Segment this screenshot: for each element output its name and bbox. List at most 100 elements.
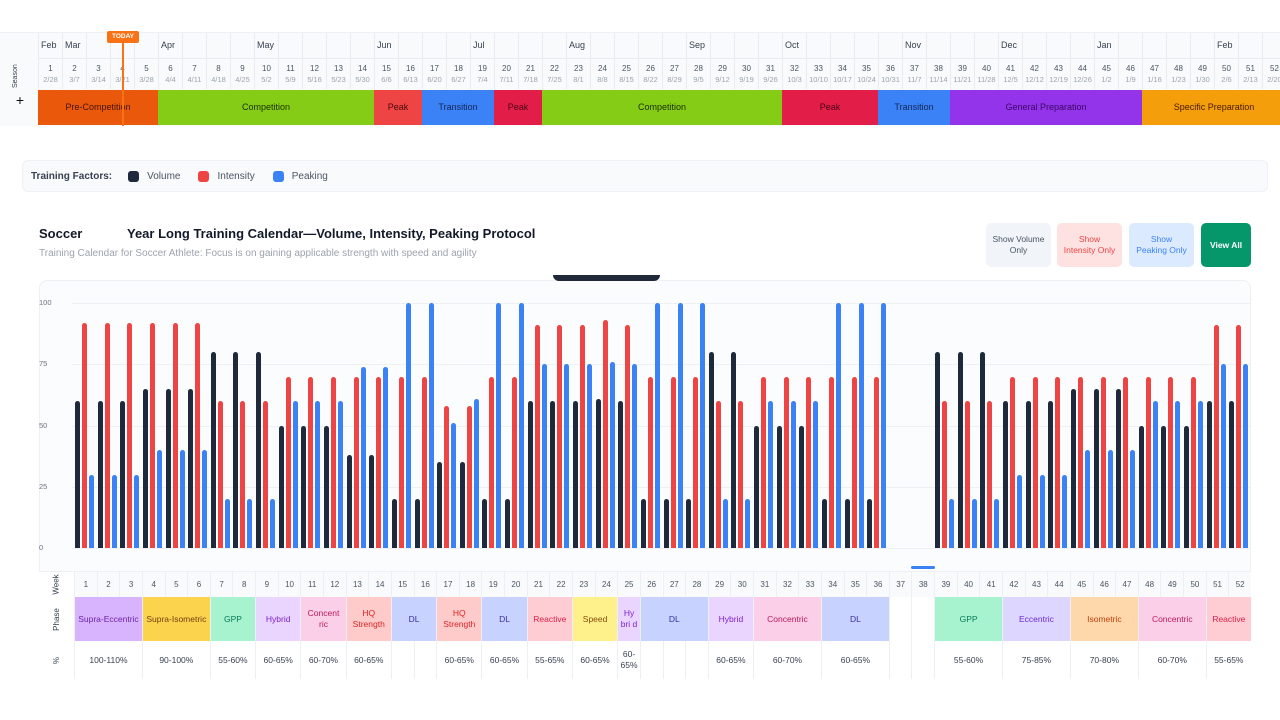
season-segment[interactable]: General Preparation xyxy=(950,90,1142,125)
week-number: 5 xyxy=(144,64,149,73)
sport-name: Soccer xyxy=(39,226,83,241)
bar-peaking-week-44 xyxy=(1062,474,1068,548)
phase-cell[interactable]: Hy bri d xyxy=(617,597,640,641)
month-cell xyxy=(1214,33,1238,58)
bar-peaking-week-1 xyxy=(89,474,94,548)
season-segment[interactable]: Transition xyxy=(878,90,950,125)
bar-peaking-week-33 xyxy=(813,401,819,548)
phase-cell[interactable]: DL xyxy=(481,597,527,641)
phase-cell[interactable]: Isometric xyxy=(1069,597,1138,641)
week-date: 2/6 xyxy=(1221,75,1232,84)
bar-volume-week-20 xyxy=(505,499,511,548)
phase-cell[interactable]: Speed xyxy=(571,597,618,641)
bar-intensity-week-41 xyxy=(987,401,993,548)
bar-volume-week-16 xyxy=(414,499,420,548)
week-header: 9 4/25 xyxy=(230,58,254,89)
phase-empty-cell xyxy=(888,597,912,641)
phase-cell[interactable]: DL xyxy=(639,597,708,641)
bar-intensity-week-44 xyxy=(1055,376,1061,548)
season-segment[interactable]: Competition xyxy=(542,90,782,125)
week-number: 26 xyxy=(646,64,655,73)
show-peaking-only-button[interactable]: Show Peaking Only xyxy=(1129,223,1194,267)
season-segment[interactable]: Peak xyxy=(374,90,422,125)
week-number: 9 xyxy=(240,64,245,73)
percent-empty-cell xyxy=(390,641,414,679)
month-cell xyxy=(614,33,638,58)
week-date: 6/20 xyxy=(427,75,442,84)
bar-peaking-week-46 xyxy=(1107,450,1113,548)
week-cell: 28 xyxy=(685,572,708,597)
week-number: 10 xyxy=(262,64,271,73)
season-segment[interactable]: Pre-Competition xyxy=(38,90,158,125)
percent-cell: 60-65% xyxy=(481,641,527,679)
bar-peaking-week-20 xyxy=(519,303,525,548)
week-header: 3 3/14 xyxy=(86,58,110,89)
bar-peaking-week-25 xyxy=(632,364,638,548)
phase-cell[interactable]: Reactive xyxy=(1205,597,1251,641)
percent-empty-cell xyxy=(685,641,708,679)
bar-peaking-week-51 xyxy=(1220,364,1226,548)
phase-cell[interactable]: Supra-Eccentric xyxy=(74,597,142,641)
month-cell xyxy=(1142,33,1166,58)
bar-peaking-week-5 xyxy=(179,450,185,548)
week-cell: 11 xyxy=(300,572,323,597)
week-number: 50 xyxy=(1222,64,1231,73)
week-cell: 23 xyxy=(571,572,595,597)
phase-cell[interactable]: Hybrid xyxy=(255,597,301,641)
phase-cell[interactable]: GPP xyxy=(209,597,256,641)
month-cell xyxy=(326,33,350,58)
week-cell: 2 xyxy=(96,572,120,597)
show-intensity-only-button[interactable]: Show Intensity Only xyxy=(1057,223,1122,267)
bar-peaking-week-22 xyxy=(564,364,570,548)
week-date: 7/25 xyxy=(547,75,562,84)
week-number: 18 xyxy=(454,64,463,73)
phase-cell[interactable]: Concentric xyxy=(753,597,821,641)
phase-cell[interactable]: DL xyxy=(820,597,889,641)
month-cell xyxy=(1094,33,1118,58)
percent-cell: 70-80% xyxy=(1069,641,1138,679)
bar-intensity-week-24 xyxy=(602,320,608,548)
phase-cell[interactable]: DL xyxy=(390,597,437,641)
week-number: 49 xyxy=(1198,64,1207,73)
scroll-indicator[interactable] xyxy=(911,566,935,569)
view-all-button[interactable]: View All xyxy=(1201,223,1251,267)
percent-cell: 60-70% xyxy=(1137,641,1206,679)
phase-cell[interactable]: Hybrid xyxy=(707,597,754,641)
season-segment[interactable]: Peak xyxy=(494,90,542,125)
week-number: 29 xyxy=(718,64,727,73)
bar-volume-week-12 xyxy=(323,425,329,548)
legend-volume-label: Volume xyxy=(147,170,181,182)
legend-intensity[interactable]: Intensity xyxy=(198,170,255,182)
phase-cell[interactable]: Concentric xyxy=(1137,597,1206,641)
gridline xyxy=(72,303,1251,304)
week-header: 24 8/8 xyxy=(590,58,614,89)
phase-cell[interactable]: Supra-Isometric xyxy=(141,597,210,641)
season-segment[interactable]: Specific Preparation xyxy=(1142,90,1280,125)
legend-volume[interactable]: Volume xyxy=(128,170,181,182)
season-segment[interactable]: Transition xyxy=(422,90,494,125)
phase-cell[interactable]: HQ Strength xyxy=(436,597,482,641)
legend-peaking[interactable]: Peaking xyxy=(272,170,328,182)
season-segment[interactable]: Peak xyxy=(782,90,878,125)
phase-cell[interactable]: GPP xyxy=(934,597,1002,641)
show-volume-only-button[interactable]: Show Volume Only xyxy=(986,223,1051,267)
phase-cell[interactable]: HQ Strength xyxy=(345,597,391,641)
bar-intensity-week-26 xyxy=(647,376,653,548)
season-segment[interactable]: Competition xyxy=(158,90,374,125)
phase-cell[interactable]: Reactive xyxy=(526,597,572,641)
add-season-button[interactable]: + xyxy=(13,92,27,108)
month-cell xyxy=(542,33,566,58)
bar-volume-week-33 xyxy=(799,425,805,548)
week-header: 1 2/28 xyxy=(38,58,62,89)
phase-cell[interactable]: Concent ric xyxy=(300,597,346,641)
bar-peaking-week-6 xyxy=(202,450,208,548)
week-date: 4/18 xyxy=(211,75,226,84)
phase-cell[interactable]: Eccentric xyxy=(1002,597,1070,641)
week-header: 47 1/16 xyxy=(1142,58,1166,89)
bar-peaking-week-23 xyxy=(586,364,592,548)
bar-peaking-week-29 xyxy=(722,499,728,548)
week-number: 34 xyxy=(838,64,847,73)
week-header: 40 11/28 xyxy=(974,58,998,89)
week-header: 14 5/30 xyxy=(350,58,374,89)
percent-cell: 55-65% xyxy=(1205,641,1251,679)
